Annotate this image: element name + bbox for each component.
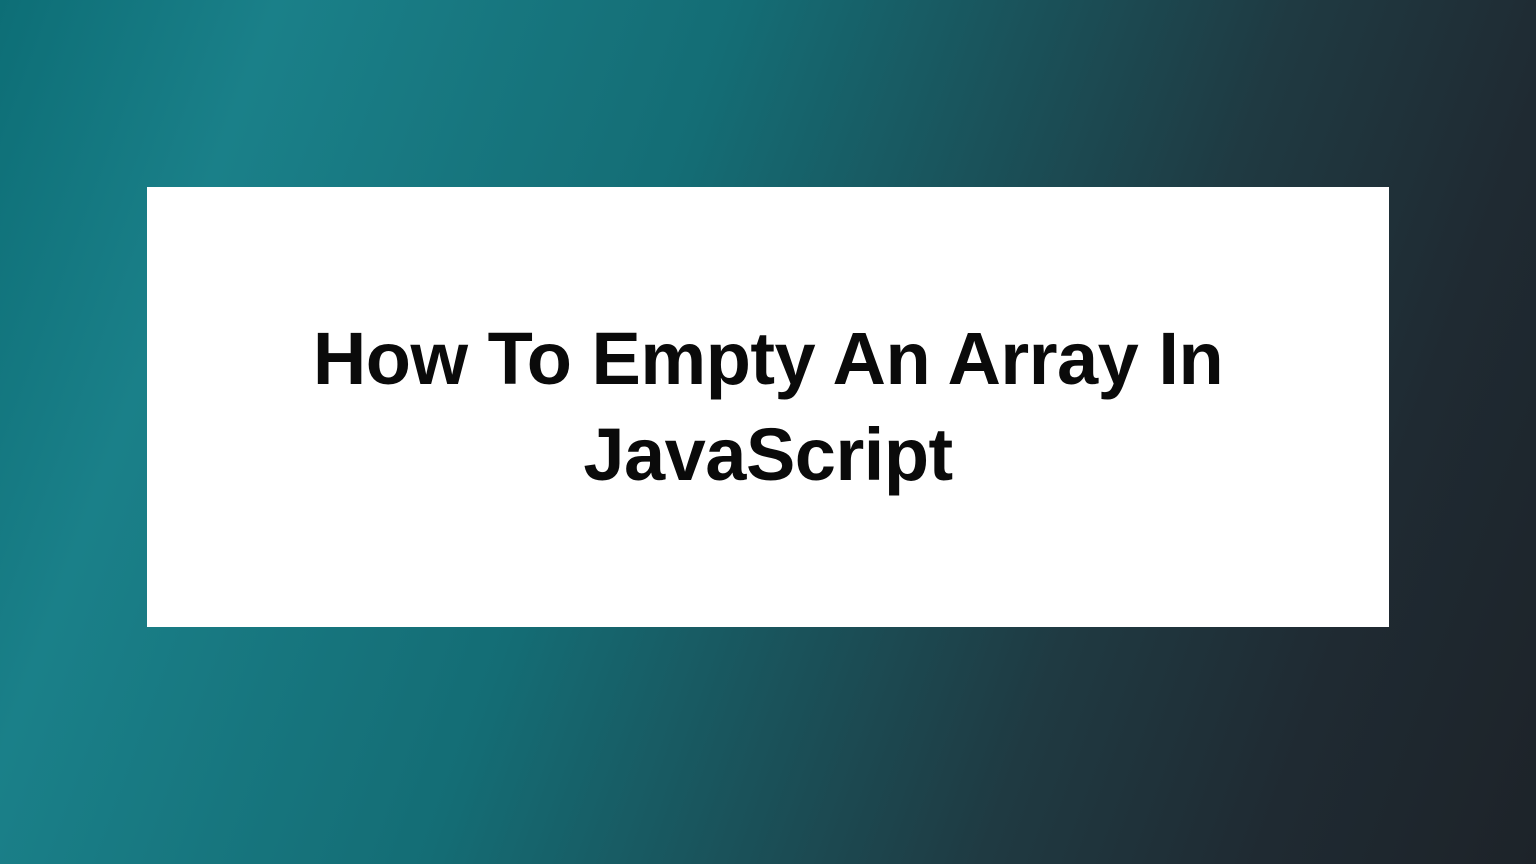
title-heading: How To Empty An Array In JavaScript	[147, 311, 1389, 503]
title-card: How To Empty An Array In JavaScript	[147, 187, 1389, 627]
